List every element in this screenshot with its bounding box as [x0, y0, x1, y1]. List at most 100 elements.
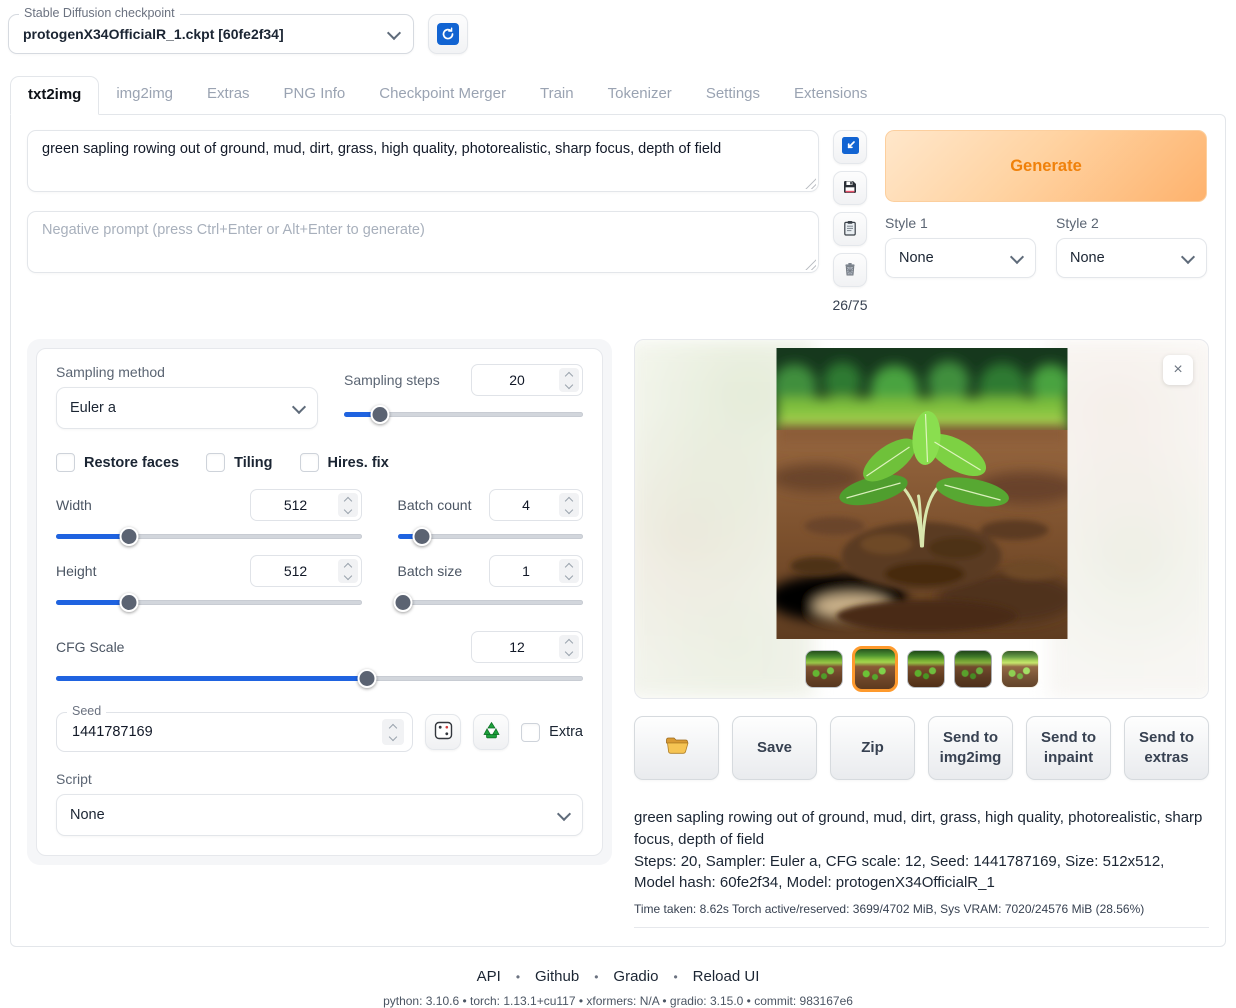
- batch-count-input[interactable]: [489, 489, 583, 521]
- prompt-input[interactable]: green sapling rowing out of ground, mud,…: [27, 130, 819, 192]
- paste-params-button[interactable]: [833, 130, 867, 164]
- checkbox-icon[interactable]: [56, 453, 75, 472]
- chevron-down-icon: [1181, 249, 1195, 263]
- thumbnail-strip: [635, 646, 1208, 692]
- width-input[interactable]: [250, 489, 362, 521]
- thumbnail-3[interactable]: [907, 650, 945, 688]
- sampling-steps-label: Sampling steps: [344, 372, 440, 388]
- checkbox-icon[interactable]: [300, 453, 319, 472]
- negative-prompt-input[interactable]: [27, 211, 819, 273]
- main-tabs: txt2img img2img Extras PNG Info Checkpoi…: [10, 76, 1236, 115]
- cfg-scale-input[interactable]: [471, 631, 583, 663]
- zip-button[interactable]: Zip: [830, 716, 915, 780]
- thumbnail-4[interactable]: [954, 650, 992, 688]
- save-button[interactable]: Save: [732, 716, 817, 780]
- checkbox-icon[interactable]: [206, 453, 225, 472]
- sampling-method-select[interactable]: Euler a: [56, 387, 318, 429]
- reuse-seed-button[interactable]: [473, 714, 509, 750]
- sampling-steps-input[interactable]: [471, 364, 583, 396]
- stepper-icon[interactable]: [559, 493, 579, 517]
- random-seed-button[interactable]: [425, 714, 461, 750]
- script-label: Script: [56, 771, 583, 787]
- height-label: Height: [56, 563, 96, 579]
- tab-img2img[interactable]: img2img: [99, 76, 190, 115]
- tab-checkpoint-merger[interactable]: Checkpoint Merger: [362, 76, 523, 115]
- batch-size-label: Batch size: [398, 563, 463, 579]
- send-to-img2img-button[interactable]: Send to img2img: [928, 716, 1013, 780]
- chevron-down-icon: [1010, 249, 1024, 263]
- tab-settings[interactable]: Settings: [689, 76, 777, 115]
- extra-seed-checkbox[interactable]: Extra: [521, 723, 583, 742]
- batch-count-slider[interactable]: [398, 527, 583, 546]
- clear-prompt-button[interactable]: [833, 253, 867, 287]
- slider-thumb[interactable]: [394, 593, 413, 612]
- tiling-checkbox[interactable]: Tiling: [206, 453, 272, 472]
- slider-thumb[interactable]: [370, 405, 389, 424]
- width-slider[interactable]: [56, 527, 362, 546]
- script-select[interactable]: None: [56, 794, 583, 836]
- dot-separator: •: [673, 970, 677, 984]
- thumbnail-2-selected[interactable]: [852, 646, 898, 692]
- settings-output-row: Sampling method Euler a Sampling steps: [27, 339, 1209, 928]
- checkbox-icon[interactable]: [521, 723, 540, 742]
- api-link[interactable]: API: [477, 968, 501, 985]
- trash-icon: [842, 261, 858, 280]
- slider-thumb[interactable]: [412, 527, 431, 546]
- stepper-icon[interactable]: [559, 368, 579, 392]
- style1-select[interactable]: None: [885, 238, 1036, 278]
- stepper-icon[interactable]: [559, 635, 579, 659]
- batch-size-slider[interactable]: [398, 593, 583, 612]
- prompt-row: green sapling rowing out of ground, mud,…: [27, 130, 1209, 313]
- cfg-scale-label: CFG Scale: [56, 639, 124, 655]
- generate-button[interactable]: Generate: [885, 130, 1207, 202]
- gradio-link[interactable]: Gradio: [613, 968, 658, 985]
- slider-thumb[interactable]: [120, 593, 139, 612]
- token-counter: 26/75: [832, 297, 867, 313]
- thumbnail-5[interactable]: [1001, 650, 1039, 688]
- gallery-blur-backdrop: [1048, 340, 1209, 698]
- hires-fix-checkbox[interactable]: Hires. fix: [300, 453, 389, 472]
- stepper-icon[interactable]: [382, 719, 404, 745]
- refresh-checkpoints-button[interactable]: [428, 14, 468, 54]
- checkpoint-select[interactable]: Stable Diffusion checkpoint protogenX34O…: [8, 14, 414, 54]
- tab-png-info[interactable]: PNG Info: [267, 76, 363, 115]
- save-style-icon: [842, 179, 858, 198]
- height-input[interactable]: [250, 555, 362, 587]
- tab-extensions[interactable]: Extensions: [777, 76, 884, 115]
- sampling-method-label: Sampling method: [56, 364, 318, 380]
- top-bar: Stable Diffusion checkpoint protogenX34O…: [0, 0, 1236, 66]
- slider-thumb[interactable]: [357, 669, 376, 688]
- tab-extras[interactable]: Extras: [190, 76, 267, 115]
- save-style-button[interactable]: [833, 171, 867, 205]
- paste-clipboard-button[interactable]: [833, 212, 867, 246]
- style2-select[interactable]: None: [1056, 238, 1207, 278]
- sampling-steps-slider[interactable]: [344, 405, 583, 424]
- height-slider[interactable]: [56, 593, 362, 612]
- tab-train[interactable]: Train: [523, 76, 591, 115]
- stepper-icon[interactable]: [559, 559, 579, 583]
- dice-icon: [434, 721, 453, 743]
- restore-faces-checkbox[interactable]: Restore faces: [56, 453, 179, 472]
- github-link[interactable]: Github: [535, 968, 579, 985]
- stepper-icon[interactable]: [338, 559, 358, 583]
- output-column: ×: [634, 339, 1209, 928]
- tab-txt2img[interactable]: txt2img: [10, 76, 99, 115]
- tab-tokenizer[interactable]: Tokenizer: [591, 76, 689, 115]
- clipboard-icon: [842, 220, 858, 239]
- dot-separator: •: [516, 970, 520, 984]
- slider-thumb[interactable]: [120, 527, 139, 546]
- batch-size-input[interactable]: [489, 555, 583, 587]
- footer-links: API • Github • Gradio • Reload UI: [0, 968, 1236, 985]
- cfg-scale-slider[interactable]: [56, 669, 583, 688]
- send-to-inpaint-button[interactable]: Send to inpaint: [1026, 716, 1111, 780]
- style1-label: Style 1: [885, 215, 1036, 231]
- send-to-extras-button[interactable]: Send to extras: [1124, 716, 1209, 780]
- generated-image[interactable]: [776, 348, 1067, 639]
- thumbnail-1[interactable]: [805, 650, 843, 688]
- close-gallery-button[interactable]: ×: [1163, 355, 1193, 385]
- chevron-down-icon: [387, 25, 401, 39]
- open-folder-button[interactable]: [634, 716, 719, 780]
- stepper-icon[interactable]: [338, 493, 358, 517]
- reload-ui-link[interactable]: Reload UI: [693, 968, 760, 985]
- seed-input[interactable]: Seed: [56, 712, 413, 752]
